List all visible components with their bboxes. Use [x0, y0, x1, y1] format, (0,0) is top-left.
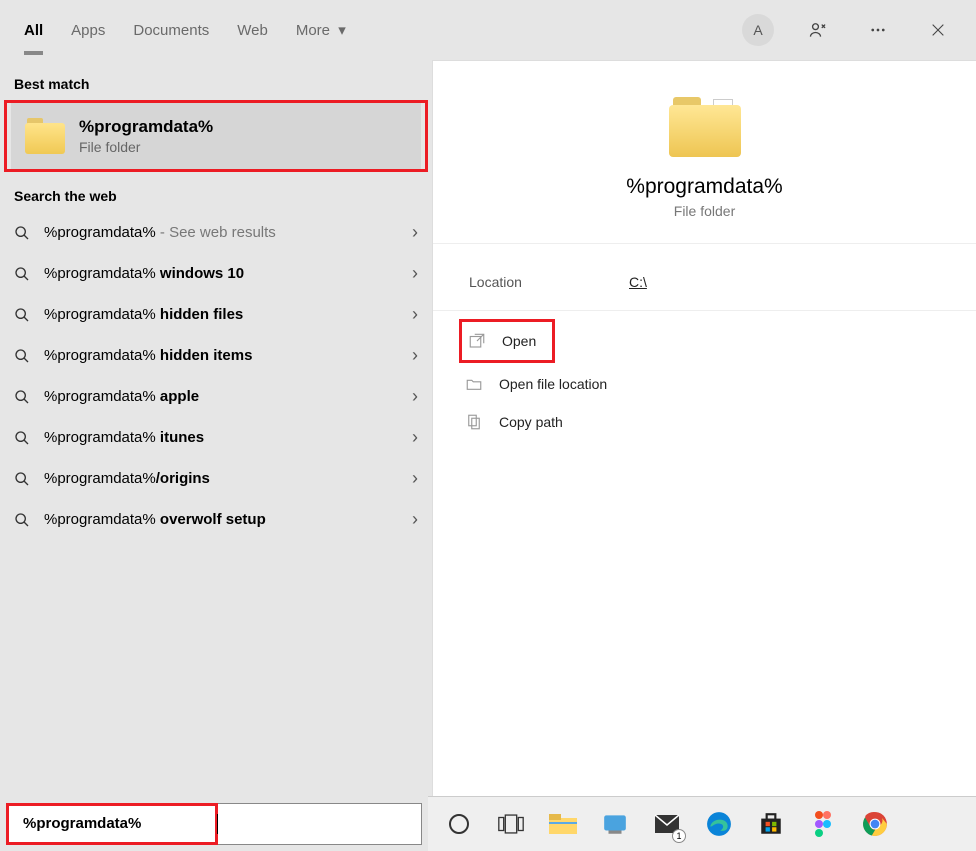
web-result-suffix: hidden items — [160, 347, 253, 364]
best-match-title: %programdata% — [79, 117, 213, 137]
chevron-right-icon[interactable]: › — [412, 509, 418, 530]
chevron-right-icon[interactable]: › — [412, 345, 418, 366]
cortana-icon[interactable] — [442, 807, 476, 841]
tab-more[interactable]: More ▾ — [282, 15, 360, 45]
web-result-suffix: itunes — [160, 429, 204, 446]
web-result[interactable]: %programdata%/origins › — [0, 458, 432, 499]
web-result[interactable]: %programdata% - See web results › — [0, 212, 432, 253]
web-result-suffix: /origins — [156, 470, 210, 487]
action-open[interactable]: Open — [459, 319, 555, 363]
location-link[interactable]: C:\ — [629, 274, 647, 290]
user-avatar[interactable]: A — [742, 14, 774, 46]
folder-icon-large — [669, 97, 741, 157]
web-result-suffix: windows 10 — [160, 265, 244, 282]
more-options-icon[interactable] — [862, 14, 894, 46]
search-icon — [14, 307, 30, 323]
location-label: Location — [469, 274, 629, 290]
web-result-prefix: %programdata% — [44, 388, 160, 405]
edge-icon[interactable] — [702, 807, 736, 841]
web-result[interactable]: %programdata% hidden items › — [0, 335, 432, 376]
detail-title: %programdata% — [626, 175, 782, 199]
search-icon — [14, 266, 30, 282]
action-copy-path-label: Copy path — [499, 414, 563, 430]
web-result[interactable]: %programdata% itunes › — [0, 417, 432, 458]
web-result-prefix: %programdata% — [44, 470, 156, 487]
best-match-result[interactable]: %programdata% File folder — [11, 103, 421, 169]
chrome-icon[interactable] — [858, 807, 892, 841]
chevron-right-icon[interactable]: › — [412, 427, 418, 448]
tab-all[interactable]: All — [10, 16, 57, 45]
web-result-prefix: %programdata% — [44, 306, 160, 323]
search-icon — [14, 225, 30, 241]
action-open-location-label: Open file location — [499, 376, 607, 392]
folder-outline-icon — [465, 375, 483, 393]
web-result-suffix: overwolf setup — [160, 511, 266, 528]
web-result[interactable]: %programdata% apple › — [0, 376, 432, 417]
detail-actions: Open Open file location Copy path — [433, 310, 976, 447]
web-result-suffix: apple — [160, 388, 199, 405]
web-result[interactable]: %programdata% hidden files › — [0, 294, 432, 335]
web-result-prefix: %programdata% — [44, 429, 160, 446]
chevron-down-icon: ▾ — [338, 22, 346, 39]
task-view-icon[interactable] — [494, 807, 528, 841]
web-result[interactable]: %programdata% overwolf setup › — [0, 499, 432, 540]
text-caret — [217, 814, 218, 834]
open-icon — [468, 332, 486, 350]
search-tab-bar: All Apps Documents Web More ▾ A — [0, 0, 976, 60]
feedback-icon[interactable] — [802, 14, 834, 46]
search-icon — [14, 430, 30, 446]
chevron-right-icon[interactable]: › — [412, 304, 418, 325]
close-icon[interactable] — [922, 14, 954, 46]
search-icon — [14, 389, 30, 405]
web-result-prefix: %programdata% — [44, 265, 160, 282]
web-result-suffix: hidden files — [160, 306, 243, 323]
web-result-hint: - See web results — [156, 224, 276, 241]
search-icon — [14, 348, 30, 364]
mail-badge: 1 — [672, 829, 686, 843]
figma-icon[interactable] — [806, 807, 840, 841]
chevron-right-icon[interactable]: › — [412, 263, 418, 284]
detail-location-row: Location C:\ — [433, 243, 976, 310]
web-result-prefix: %programdata% — [44, 224, 156, 241]
search-icon — [14, 471, 30, 487]
action-open-location[interactable]: Open file location — [433, 365, 976, 403]
search-results-pane: Best match %programdata% File folder Sea… — [0, 60, 432, 796]
app-icon-1[interactable] — [598, 807, 632, 841]
search-icon — [14, 512, 30, 528]
search-web-header: Search the web — [0, 172, 432, 212]
action-copy-path[interactable]: Copy path — [433, 403, 976, 441]
web-result-prefix: %programdata% — [44, 347, 160, 364]
copy-icon — [465, 413, 483, 431]
action-open-label: Open — [502, 333, 536, 349]
tab-documents[interactable]: Documents — [119, 16, 223, 45]
tab-web[interactable]: Web — [223, 16, 282, 45]
best-match-type: File folder — [79, 139, 213, 155]
file-explorer-icon[interactable] — [546, 807, 580, 841]
chevron-right-icon[interactable]: › — [412, 468, 418, 489]
detail-type: File folder — [674, 203, 735, 219]
folder-icon — [25, 118, 65, 154]
taskbar: 1 — [428, 796, 976, 851]
search-input[interactable] — [15, 815, 224, 832]
detail-pane: %programdata% File folder Location C:\ O… — [432, 60, 976, 796]
chevron-right-icon[interactable]: › — [412, 386, 418, 407]
tab-apps[interactable]: Apps — [57, 16, 119, 45]
chevron-right-icon[interactable]: › — [412, 222, 418, 243]
search-box[interactable] — [6, 803, 422, 845]
web-result-prefix: %programdata% — [44, 511, 160, 528]
mail-icon[interactable]: 1 — [650, 807, 684, 841]
web-result[interactable]: %programdata% windows 10 › — [0, 253, 432, 294]
tab-more-label: More — [296, 22, 330, 39]
store-icon[interactable] — [754, 807, 788, 841]
best-match-header: Best match — [0, 60, 432, 100]
